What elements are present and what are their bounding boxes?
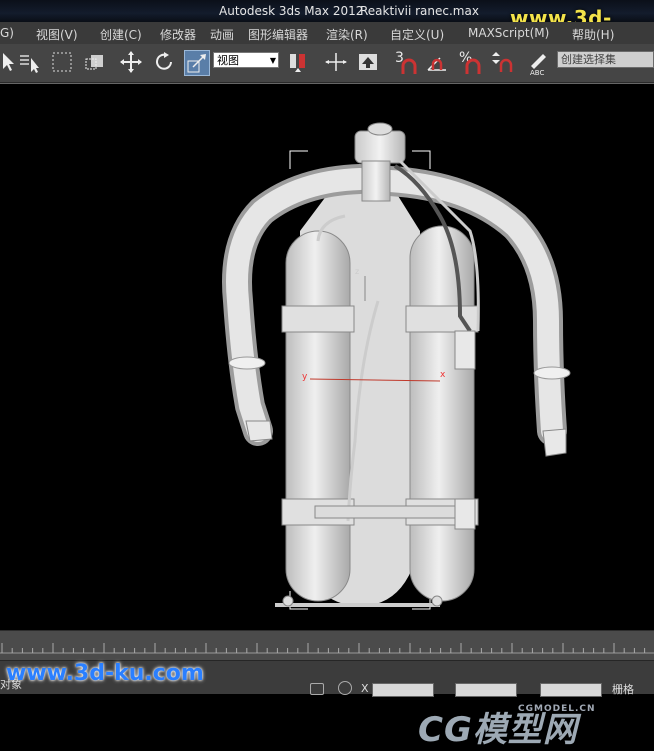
svg-text:ABC: ABC bbox=[530, 69, 544, 76]
x-coord-label: X bbox=[361, 682, 369, 695]
pivot-icon[interactable] bbox=[286, 50, 310, 74]
menu-item-views[interactable]: 视图(V) bbox=[36, 26, 78, 43]
spinner-snap-icon[interactable] bbox=[489, 50, 513, 74]
menu-item-customize[interactable]: 自定义(U) bbox=[390, 26, 444, 43]
scale-icon[interactable] bbox=[184, 50, 210, 76]
menu-bar: G) 视图(V) 创建(C) 修改器 动画 图形编辑器 渲染(R) 自定义(U)… bbox=[0, 22, 654, 45]
axis-z-label: z bbox=[355, 267, 359, 276]
watermark-bottom: www.3d-ku.com bbox=[6, 661, 204, 686]
window-crossing-icon[interactable] bbox=[83, 50, 107, 74]
select-by-name-icon[interactable] bbox=[17, 50, 41, 74]
menu-item-animation[interactable]: 动画 bbox=[210, 26, 234, 43]
mirror-icon[interactable] bbox=[323, 50, 347, 74]
move-icon[interactable] bbox=[119, 50, 143, 74]
y-coord-field[interactable] bbox=[455, 683, 517, 697]
cg-logo-text: CG模型网 bbox=[418, 710, 578, 750]
z-coord-field[interactable] bbox=[540, 683, 602, 697]
menu-item-group[interactable]: G) bbox=[0, 26, 14, 40]
snap-icon[interactable]: 3 bbox=[393, 50, 417, 74]
x-coord-field[interactable] bbox=[372, 683, 434, 697]
menu-item-create[interactable]: 创建(C) bbox=[100, 26, 142, 43]
rect-select-icon[interactable] bbox=[50, 50, 74, 74]
cg-watermark: CG模型网 CGMODEL.CN bbox=[418, 702, 595, 751]
app-title: Autodesk 3ds Max 2012 bbox=[219, 4, 364, 18]
named-selection-icon[interactable] bbox=[356, 50, 380, 74]
model-render: y x z bbox=[222, 122, 571, 610]
percent-snap-icon[interactable]: % bbox=[457, 50, 481, 74]
angle-snap-icon[interactable] bbox=[425, 50, 449, 74]
rotate-icon[interactable] bbox=[152, 50, 176, 74]
cg-logo-small: CGMODEL.CN bbox=[518, 704, 596, 714]
menu-item-maxscript[interactable]: MAXScript(M) bbox=[468, 26, 549, 40]
axis-y-label: y bbox=[302, 372, 308, 382]
title-bar: Autodesk 3ds Max 2012 Reaktivii ranec.ma… bbox=[0, 0, 654, 54]
selection-set-field[interactable]: 创建选择集 bbox=[557, 51, 654, 68]
menu-item-help[interactable]: 帮助(H) bbox=[572, 26, 614, 43]
dropdown-arrow-icon: ▼ bbox=[269, 56, 276, 65]
menu-item-modifiers[interactable]: 修改器 bbox=[160, 26, 196, 43]
file-title: Reaktivii ranec.max bbox=[360, 4, 479, 18]
lock-icon[interactable] bbox=[310, 683, 324, 695]
main-toolbar: 视图 ▼ 3 % ABC 创建选择集 bbox=[0, 44, 654, 83]
menu-item-graph-editors[interactable]: 图形编辑器 bbox=[248, 26, 308, 43]
timeline[interactable]: 20 30 40 50 60 70 bbox=[0, 630, 654, 681]
edit-named-selection-icon[interactable]: ABC bbox=[527, 50, 551, 77]
axis-x-label: x bbox=[440, 370, 446, 380]
grid-button[interactable]: 栅格 bbox=[612, 681, 634, 697]
perspective-viewport[interactable]: y x z CG模型网 CGMODEL.CN bbox=[0, 83, 654, 750]
timeline-ruler bbox=[0, 643, 654, 654]
menu-item-rendering[interactable]: 渲染(R) bbox=[326, 26, 368, 43]
view-dropdown[interactable]: 视图 ▼ bbox=[213, 52, 279, 68]
view-dropdown-value: 视图 bbox=[217, 54, 239, 67]
